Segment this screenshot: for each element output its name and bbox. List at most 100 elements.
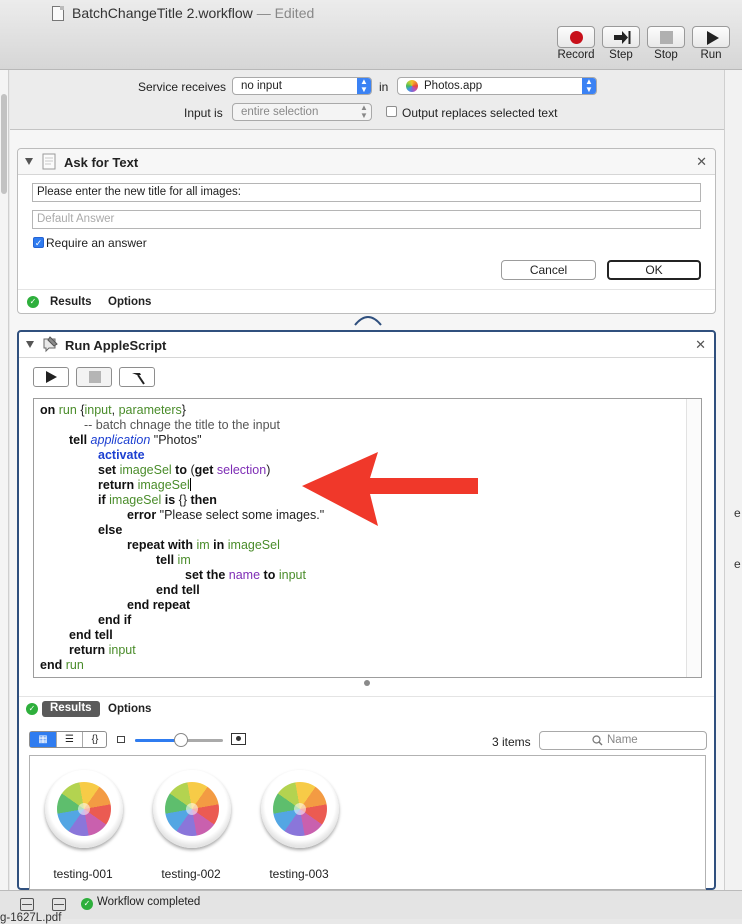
result-item[interactable]: testing-002 (141, 770, 241, 890)
result-item[interactable]: testing-001 (33, 770, 133, 890)
success-check-icon: ✓ (26, 703, 38, 715)
action-header: Ask for Text ✕ (18, 149, 715, 175)
code-variable: parameters (118, 403, 182, 417)
ask-for-text-action: Ask for Text ✕ Please enter the new titl… (17, 148, 716, 314)
library-scrollbar[interactable] (1, 94, 7, 194)
application-value: Photos.app (424, 80, 483, 92)
window-titlebar: BatchChangeTitle 2.workflow — Edited Rec… (0, 0, 742, 70)
result-item-label: testing-002 (161, 867, 221, 881)
action-footer-tabs: ✓ Results Options (19, 696, 714, 720)
disclosure-triangle-icon[interactable] (26, 341, 34, 348)
stop-button[interactable] (647, 26, 685, 48)
code-keyword: to (263, 568, 276, 582)
close-action-icon[interactable]: ✕ (696, 154, 707, 170)
application-popup[interactable]: Photos.app ▲ ▼ (397, 77, 597, 95)
window-title-text: BatchChangeTitle 2.workflow (72, 5, 253, 21)
action-title: Ask for Text (64, 155, 139, 170)
code-line: end run (40, 658, 84, 673)
compile-script-button[interactable] (119, 367, 155, 387)
code-variable: im (177, 553, 191, 567)
default-answer-field[interactable]: Default Answer (32, 210, 701, 229)
options-tab[interactable]: Options (108, 296, 151, 308)
code-keyword: error (127, 508, 157, 522)
output-replaces-checkbox[interactable] (386, 106, 397, 117)
code-variable: im (196, 538, 210, 552)
action-header: Run AppleScript ✕ (19, 332, 714, 358)
code-line: tell im (156, 553, 191, 568)
code-variable: input (108, 643, 136, 657)
input-is-popup[interactable]: entire selection ▲ ▼ (232, 103, 372, 121)
status-bar: ✓ Workflow completed (0, 890, 742, 919)
run-button[interactable] (692, 26, 730, 48)
close-action-icon[interactable]: ✕ (695, 337, 706, 353)
view-mode-segmented-control: ▦ ☰ {} (29, 731, 107, 748)
input-is-value: entire selection (241, 106, 319, 118)
variables-toggle-icon[interactable] (52, 898, 66, 911)
record-button[interactable] (557, 26, 595, 48)
photos-app-icon (153, 770, 231, 848)
library-pane-edge (0, 70, 9, 905)
stop-square-icon (89, 371, 101, 383)
service-settings-bar: Service receives no input ▲ ▼ in Photos.a… (10, 70, 724, 130)
text-doc-icon (42, 153, 56, 170)
code-keyword: end tell (69, 628, 113, 642)
code-keyword: end (40, 658, 63, 672)
list-view-button[interactable]: ☰ (56, 732, 82, 747)
success-check-icon: ✓ (27, 296, 39, 308)
code-keyword: else (98, 523, 123, 537)
log-toggle-icon[interactable] (20, 898, 34, 911)
require-answer-checkbox[interactable]: ✓ (33, 237, 44, 248)
icon-view-button[interactable]: ▦ (30, 732, 56, 747)
annotation-arrow (302, 452, 478, 526)
code-keyword: tell (69, 433, 88, 447)
run-script-button[interactable] (33, 367, 69, 387)
success-check-icon: ✓ (81, 898, 93, 910)
results-tab[interactable]: Results (42, 701, 100, 717)
popup-arrows-icon: ▲ ▼ (357, 78, 371, 94)
code-keyword: then (190, 493, 217, 507)
result-item[interactable]: testing-003 (249, 770, 349, 890)
action-footer-tabs: ✓ Results Options (18, 289, 715, 313)
results-tab[interactable]: Results (50, 296, 92, 308)
code-line: else (98, 523, 122, 538)
large-image-icon (231, 733, 246, 745)
code-variable: input (278, 568, 306, 582)
code-line: tell application "Photos" (69, 433, 202, 448)
variables-pane-edge (724, 70, 742, 919)
bottom-text-fragment: g-1627L.pdf (0, 912, 62, 924)
ok-button[interactable]: OK (607, 260, 701, 280)
disclosure-triangle-icon[interactable] (25, 158, 33, 165)
code-keyword: activate (98, 448, 145, 462)
code-line: return imageSel (98, 478, 191, 493)
input-is-label: Input is (184, 106, 223, 120)
script-editor[interactable]: on run {input, parameters} -- batch chna… (33, 398, 702, 678)
code-view-button[interactable]: {} (82, 732, 107, 747)
code-string: "Photos" (150, 433, 202, 447)
code-string: "Please select some images." (156, 508, 325, 522)
icon-size-slider-knob[interactable] (173, 733, 188, 747)
results-search-input[interactable]: Name (539, 731, 707, 750)
in-label: in (379, 80, 389, 94)
options-tab[interactable]: Options (108, 703, 151, 715)
code-variable: imageSel (227, 538, 280, 552)
play-icon (46, 371, 57, 383)
resize-grip[interactable] (364, 680, 370, 686)
code-comment: -- batch chnage the title to the input (84, 418, 280, 432)
window-title: BatchChangeTitle 2.workflow — Edited (72, 5, 314, 21)
run-applescript-action: Run AppleScript ✕ on run {input, paramet… (17, 330, 716, 890)
status-text: Workflow completed (97, 896, 201, 908)
record-label: Record (557, 49, 595, 61)
code-punct: { (76, 403, 85, 417)
code-variable: input (84, 403, 112, 417)
play-icon (707, 31, 719, 45)
code-keyword: to (175, 463, 187, 477)
code-keyword: is (164, 493, 176, 507)
step-button[interactable] (602, 26, 640, 48)
script-editor-scrollbar[interactable] (686, 399, 701, 677)
question-field[interactable]: Please enter the new title for all image… (32, 183, 701, 202)
code-property: selection (216, 463, 267, 477)
service-receives-popup[interactable]: no input ▲ ▼ (232, 77, 372, 95)
code-keyword: set (98, 463, 117, 477)
stop-script-button[interactable] (76, 367, 112, 387)
cancel-button[interactable]: Cancel (501, 260, 596, 280)
